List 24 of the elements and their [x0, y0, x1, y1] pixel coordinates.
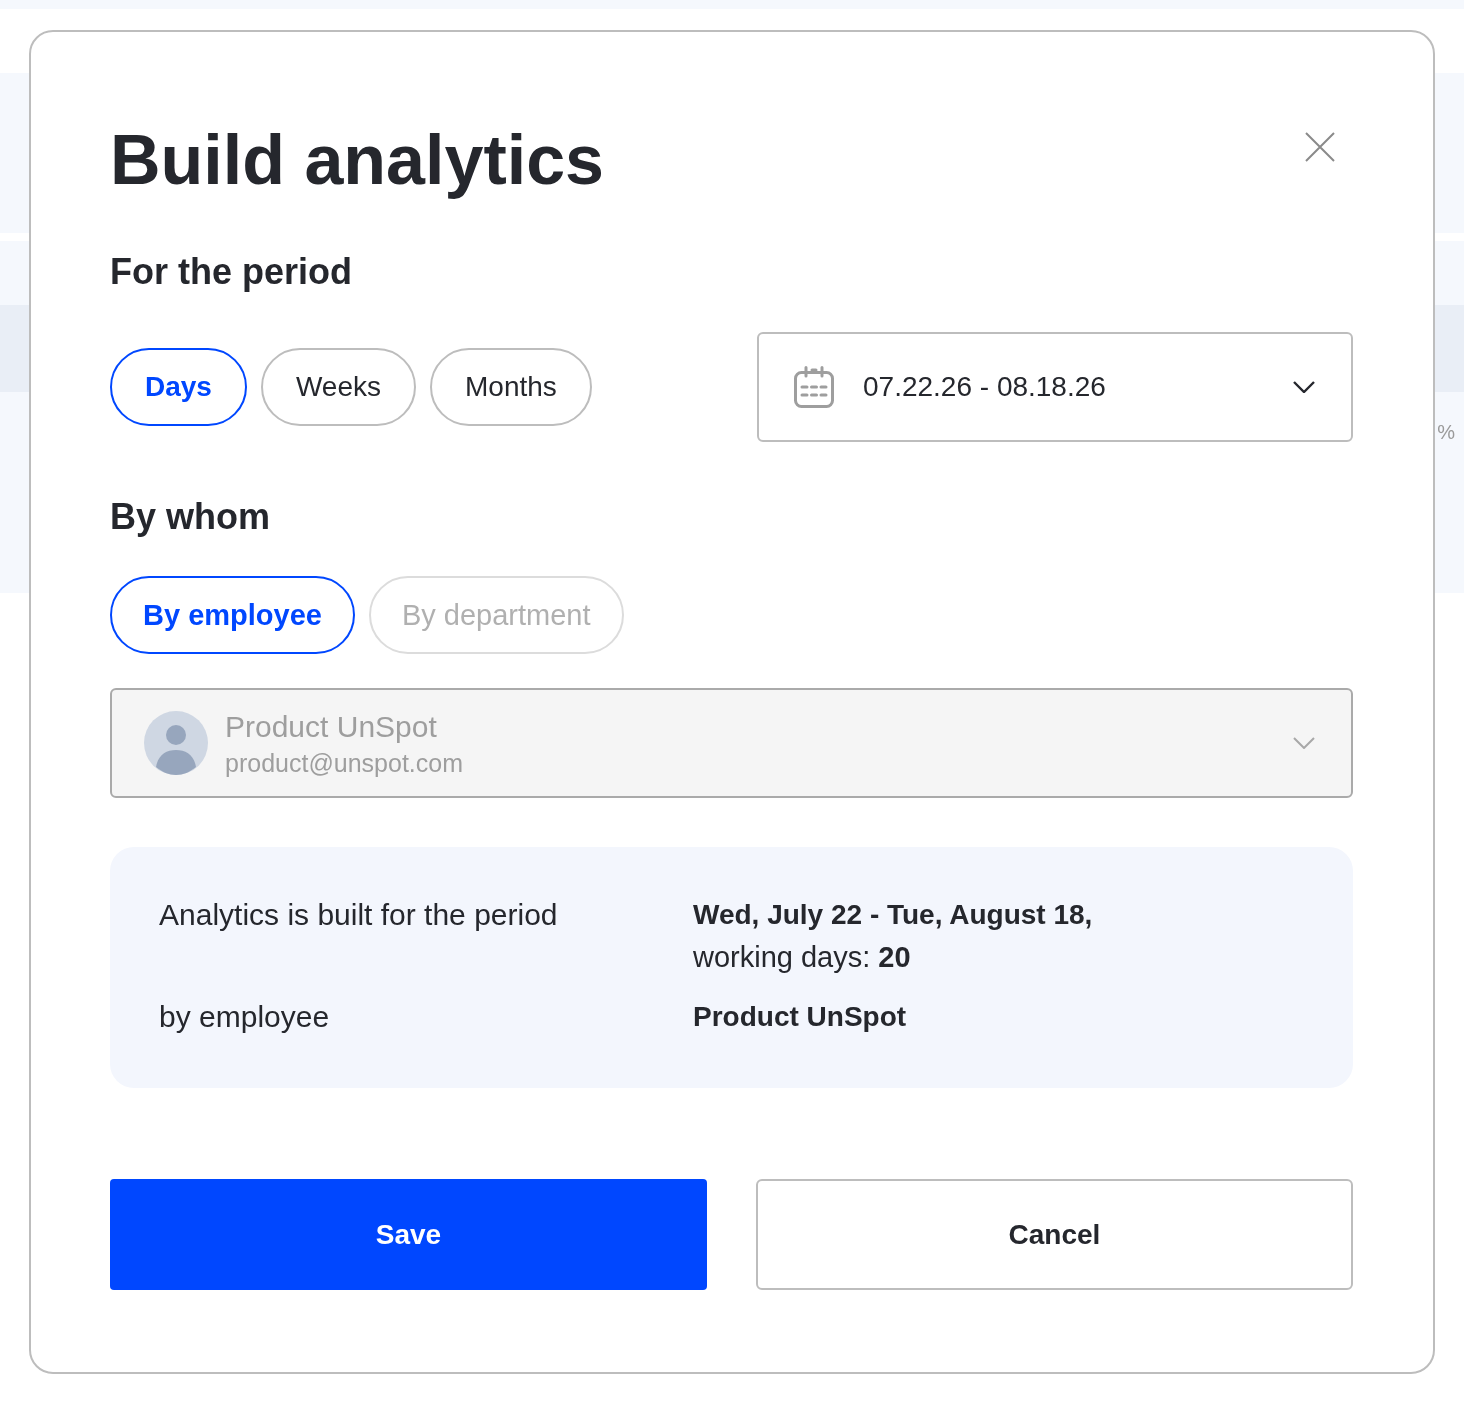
cancel-button[interactable]: Cancel	[756, 1179, 1353, 1290]
chevron-down-icon	[1293, 381, 1315, 393]
date-range-value: 07.22.26 - 08.18.26	[863, 371, 1107, 403]
period-tab[interactable]: Months	[430, 348, 592, 426]
dialog-title: Build analytics	[110, 120, 605, 200]
date-range-dropdown[interactable]: 07.22.26 - 08.18.26	[757, 332, 1353, 442]
summary-value: Product UnSpot	[693, 1000, 907, 1034]
avatar-icon	[144, 711, 208, 775]
summary-value: Wed, July 22 - Tue, August 18,	[693, 898, 1093, 932]
save-button[interactable]: Save	[110, 1179, 707, 1290]
section-heading: For the period	[110, 252, 353, 292]
employee-name: Product UnSpot	[225, 709, 438, 744]
period-tab[interactable]: Weeks	[260, 348, 416, 426]
percent-text: %	[1437, 420, 1455, 444]
summary-label: by employee	[159, 999, 331, 1035]
section-heading: By whom	[110, 497, 271, 537]
close-icon[interactable]	[1305, 132, 1335, 162]
employee-email: product@unspot.com	[225, 748, 464, 777]
summary-label: Analytics is built for the period	[159, 897, 559, 933]
calendar-icon	[794, 366, 834, 408]
chevron-down-icon	[1293, 737, 1315, 749]
summary-detail: working days: 20	[693, 940, 912, 975]
period-tab[interactable]: Days	[110, 348, 247, 426]
filter-tab[interactable]: By employee	[110, 576, 355, 654]
